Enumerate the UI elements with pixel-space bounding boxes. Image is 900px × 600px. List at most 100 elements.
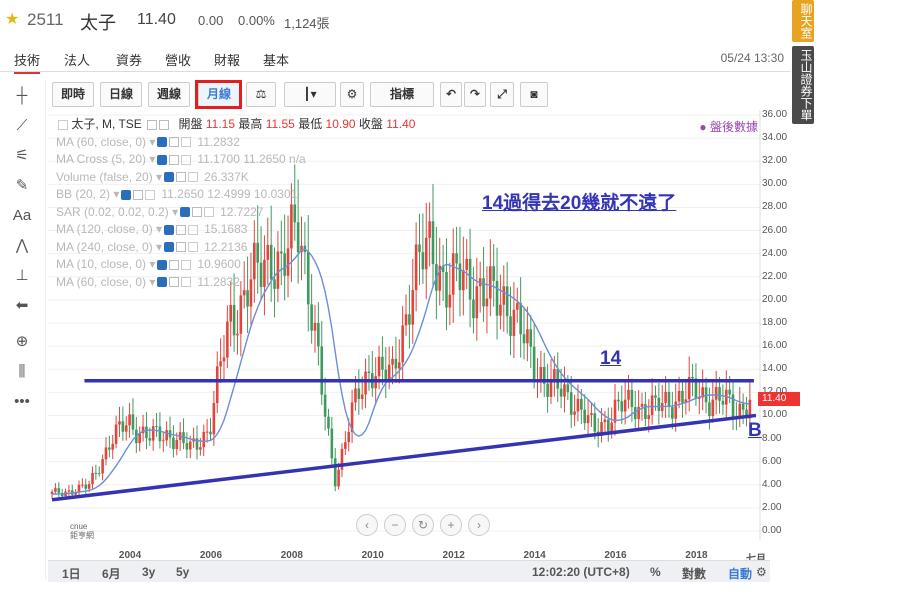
candle-body <box>654 395 657 398</box>
timeframe-daily[interactable]: 日線 <box>100 82 142 107</box>
eye-toggle-icon[interactable] <box>180 207 191 218</box>
indicator-name[interactable]: MA Cross (5, 20) ▾ <box>56 152 155 166</box>
remove-icon[interactable] <box>181 259 192 270</box>
gear-icon[interactable] <box>176 224 187 235</box>
indicator-value: 10.9600 <box>197 257 241 271</box>
candle-body <box>97 473 101 475</box>
camera-icon[interactable]: ◙ <box>520 82 548 107</box>
timeframe-weekly[interactable]: 週線 <box>148 82 190 107</box>
indicators-button[interactable]: 指標 <box>370 82 434 107</box>
brush-icon[interactable]: ✎ <box>10 174 34 198</box>
indicator-name[interactable]: MA (10, close, 0) ▾ <box>56 257 155 271</box>
crosshair-icon[interactable]: ┼ <box>10 84 34 108</box>
gear-icon[interactable] <box>169 154 180 165</box>
indicator-name[interactable]: MA (60, close, 0) ▾ <box>56 135 155 149</box>
scroll-left-icon[interactable]: ‹ <box>356 514 378 536</box>
remove-icon[interactable] <box>188 172 199 183</box>
remove-icon[interactable] <box>204 207 215 218</box>
indicator-name[interactable]: MA (240, close, 0) ▾ <box>56 240 162 254</box>
remove-icon[interactable] <box>188 242 199 253</box>
measure-icon[interactable]: ⊥ <box>10 264 34 288</box>
fullscreen-icon[interactable]: ⤢ <box>490 82 514 107</box>
candle-body <box>583 409 586 424</box>
tab-technical[interactable]: 技術 <box>14 50 41 74</box>
timeframe-realtime[interactable]: 即時 <box>52 82 94 107</box>
eye-toggle-icon[interactable] <box>121 189 132 200</box>
ruler-icon[interactable]: ⫼ <box>10 360 34 384</box>
remove-icon[interactable] <box>181 277 192 288</box>
tab-revenue[interactable]: 營收 <box>165 50 191 69</box>
gear-icon[interactable] <box>192 207 203 218</box>
redo-icon[interactable]: ↷ <box>464 82 486 107</box>
range-6m[interactable]: 6月 <box>102 565 121 582</box>
scroll-right-icon[interactable]: › <box>468 514 490 536</box>
indicator-name[interactable]: Volume (false, 20) ▾ <box>56 170 162 184</box>
candle-body <box>236 333 239 336</box>
remove-icon[interactable] <box>188 224 199 235</box>
gear-icon[interactable] <box>176 172 187 183</box>
indicator-name[interactable]: BB (20, 2) ▾ <box>56 187 119 201</box>
chart-type-candle-icon[interactable]: ┃▾ <box>284 82 336 107</box>
tab-institutional[interactable]: 法人 <box>64 50 90 69</box>
auto-toggle[interactable]: 自動 <box>728 565 752 582</box>
eye-toggle-icon[interactable] <box>164 224 175 235</box>
gear-icon[interactable] <box>169 137 180 148</box>
trend-line-icon[interactable]: ⟋ <box>10 114 34 138</box>
candle-body <box>617 399 620 402</box>
legend-indicator-row: Volume (false, 20) ▾ 26.337K <box>56 169 415 187</box>
remove-icon[interactable] <box>181 137 192 148</box>
undo-icon[interactable]: ↶ <box>440 82 462 107</box>
eye-toggle-icon[interactable] <box>157 277 168 288</box>
favorite-star-icon[interactable]: ★ <box>5 9 19 29</box>
more-icon[interactable]: ••• <box>10 390 34 414</box>
eye-toggle-icon[interactable] <box>164 172 175 183</box>
reset-icon[interactable]: ↻ <box>412 514 434 536</box>
indicator-name[interactable]: SAR (0.02, 0.02, 0.2) ▾ <box>56 205 178 219</box>
remove-icon[interactable] <box>145 189 156 200</box>
after-hours-label[interactable]: ● 盤後數據 <box>699 118 758 135</box>
settings-gear-icon[interactable]: ⚙ <box>756 565 767 579</box>
gear-icon[interactable] <box>169 259 180 270</box>
gear-icon[interactable] <box>133 189 144 200</box>
pattern-icon[interactable]: ⋀ <box>10 234 34 258</box>
y-tick-label: 34.00 <box>762 132 788 144</box>
eye-toggle-icon[interactable] <box>157 259 168 270</box>
gear-icon[interactable] <box>169 277 180 288</box>
range-5y[interactable]: 5y <box>176 565 189 579</box>
eye-toggle-icon[interactable] <box>157 137 168 148</box>
chat-room-tab[interactable]: 聊天室 <box>792 0 814 42</box>
eye-toggle-icon[interactable] <box>147 119 158 130</box>
compare-icon[interactable]: ⚖ <box>246 82 276 107</box>
zoom-icon[interactable]: ⊕ <box>10 330 34 354</box>
arrow-left-icon[interactable]: ⬅ <box>10 294 34 318</box>
zoom-out-icon[interactable]: − <box>384 514 406 536</box>
tab-basic[interactable]: 基本 <box>263 50 289 69</box>
indicator-name[interactable]: MA (60, close, 0) ▾ <box>56 275 155 289</box>
gear-icon[interactable] <box>159 119 170 130</box>
collapse-icon[interactable] <box>58 119 68 130</box>
candle-body <box>381 356 384 370</box>
range-1d[interactable]: 1日 <box>62 565 81 582</box>
candle-body <box>532 346 536 381</box>
text-tool-icon[interactable]: Aa <box>10 204 34 228</box>
tab-margin[interactable]: 資券 <box>116 50 142 69</box>
log-toggle[interactable]: 對數 <box>682 565 706 582</box>
percent-toggle[interactable]: % <box>650 565 661 579</box>
eye-toggle-icon[interactable] <box>157 154 168 165</box>
candle-body <box>354 388 357 403</box>
settings-gear-icon[interactable]: ⚙ <box>340 82 364 107</box>
broker-order-tab[interactable]: 玉山證券下單 <box>792 46 814 124</box>
candle-body <box>741 403 745 410</box>
chart-area[interactable]: 太子, M, TSE 開盤 11.15 最高 11.55 最低 10.90 收盤… <box>48 109 800 565</box>
fib-tool-icon[interactable]: ⚟ <box>10 144 34 168</box>
candle-body <box>209 431 212 435</box>
zoom-in-icon[interactable]: + <box>440 514 462 536</box>
gear-icon[interactable] <box>176 242 187 253</box>
range-3y[interactable]: 3y <box>142 565 155 579</box>
remove-icon[interactable] <box>181 154 192 165</box>
tab-financials[interactable]: 財報 <box>214 50 240 69</box>
timeframe-monthly[interactable]: 月線 <box>198 82 240 107</box>
indicator-name[interactable]: MA (120, close, 0) ▾ <box>56 222 162 236</box>
eye-toggle-icon[interactable] <box>164 242 175 253</box>
candle-body <box>428 221 431 238</box>
